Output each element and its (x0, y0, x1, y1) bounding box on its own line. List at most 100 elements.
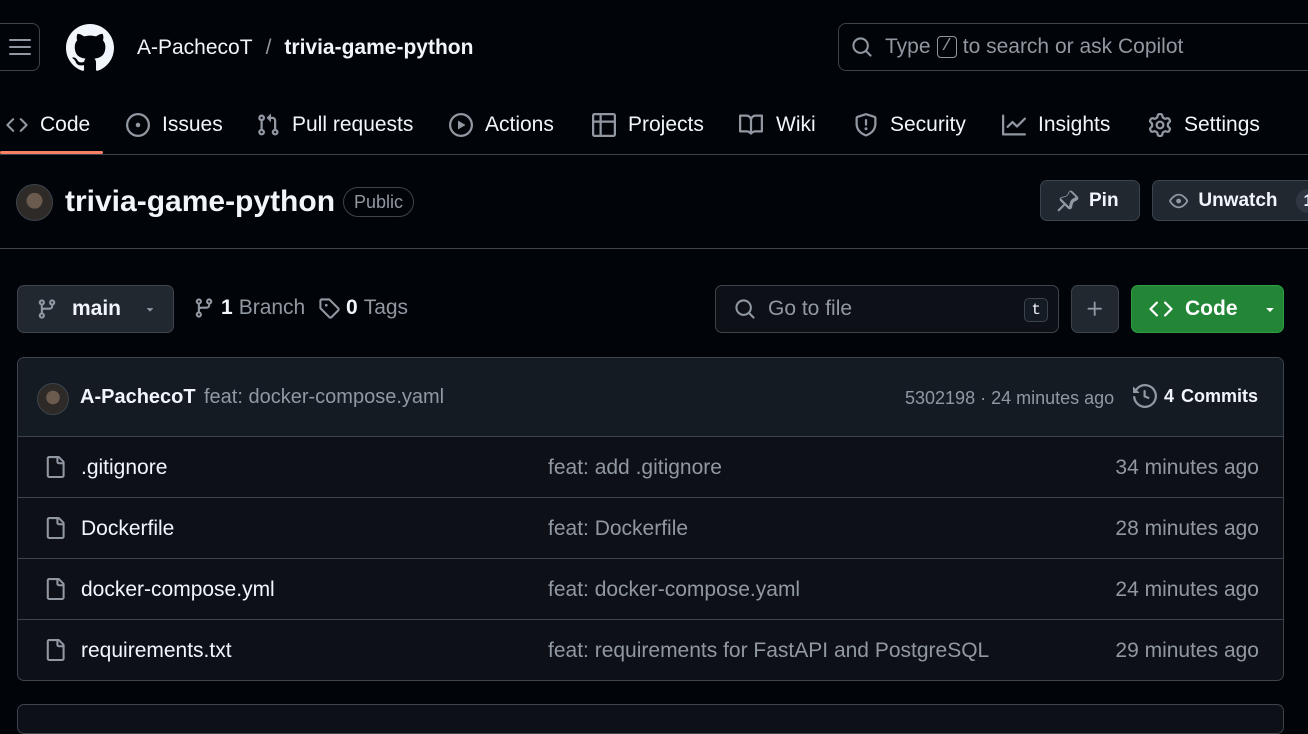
repo-header: trivia-game-python Public Pin Unwatch 1 (0, 155, 1308, 249)
history-icon (1133, 384, 1157, 408)
breadcrumb-separator: / (265, 36, 272, 59)
search-icon (735, 299, 755, 319)
repo-title[interactable]: trivia-game-python (65, 185, 335, 219)
tab-security-label: Security (890, 113, 966, 136)
file-name[interactable]: Dockerfile (81, 517, 174, 541)
visibility-badge: Public (343, 187, 415, 217)
tab-projects[interactable]: Projects (592, 96, 704, 154)
tab-actions-label: Actions (485, 113, 554, 136)
file-icon (46, 456, 65, 478)
file-commit-time: 28 minutes ago (1115, 517, 1259, 540)
go-to-file-shortcut: t (1024, 298, 1048, 322)
file-commit-time: 34 minutes ago (1115, 456, 1259, 479)
tab-projects-label: Projects (628, 113, 704, 136)
file-commit-time: 24 minutes ago (1115, 578, 1259, 601)
commit-author[interactable]: A-PachecoT (80, 386, 196, 409)
tab-actions[interactable]: Actions (449, 96, 554, 154)
tab-security[interactable]: Security (854, 96, 966, 154)
watchers-count: 1 (1295, 188, 1308, 213)
commits-link[interactable]: 4 Commits (1133, 384, 1258, 408)
tab-pull-requests[interactable]: Pull requests (256, 96, 413, 154)
pin-button[interactable]: Pin (1040, 180, 1140, 221)
git-pull-request-icon (258, 113, 279, 136)
tags-count: 0 (346, 296, 358, 319)
tab-issues[interactable]: Issues (126, 96, 223, 154)
file-row[interactable]: docker-compose.yml feat: docker-compose.… (18, 559, 1283, 620)
global-search-input[interactable]: Type / to search or ask Copilot (838, 23, 1308, 71)
tab-code-label: Code (40, 113, 91, 136)
tab-wiki-label: Wiki (776, 113, 816, 136)
global-header: A-PachecoT / trivia-game-python Type / t… (0, 0, 1308, 96)
tags-link[interactable]: 0 Tags (318, 296, 408, 320)
file-icon (46, 639, 65, 661)
unwatch-button[interactable]: Unwatch 1 (1152, 180, 1308, 221)
eye-icon (1169, 193, 1189, 208)
active-tab-indicator (0, 151, 103, 154)
git-branch-icon (38, 299, 56, 319)
breadcrumb-repo-link[interactable]: trivia-game-python (284, 35, 473, 61)
branches-label: Branch (238, 296, 306, 319)
file-name[interactable]: docker-compose.yml (81, 578, 275, 602)
caret-down-icon (146, 308, 154, 312)
tab-settings-label: Settings (1184, 113, 1260, 136)
graph-icon (1002, 114, 1026, 136)
branches-link[interactable]: 1 Branch (193, 296, 305, 320)
file-row[interactable]: .gitignore feat: add .gitignore 34 minut… (18, 437, 1283, 498)
repo-nav-tabs: Code Issues Pull requests Actions Projec… (0, 96, 1308, 155)
search-placeholder-prefix: Type (885, 35, 931, 58)
menu-button[interactable] (0, 23, 40, 71)
branch-name: main (72, 297, 122, 320)
commits-label: Commits (1181, 385, 1259, 406)
tab-settings[interactable]: Settings (1148, 96, 1260, 154)
add-file-button[interactable] (1071, 285, 1119, 333)
unwatch-label: Unwatch (1198, 189, 1278, 211)
pin-label: Pin (1089, 189, 1119, 211)
gear-icon (1148, 113, 1172, 137)
search-icon (852, 37, 872, 57)
file-icon (46, 517, 65, 539)
pin-icon (1057, 190, 1079, 211)
commit-message[interactable]: feat: docker-compose.yaml (204, 386, 444, 409)
file-name[interactable]: .gitignore (81, 456, 167, 480)
tab-pull-requests-label: Pull requests (292, 113, 414, 136)
tab-issues-label: Issues (162, 113, 223, 136)
go-to-file-input[interactable]: Go to file t (715, 285, 1059, 333)
file-commit-message[interactable]: feat: requirements for FastAPI and Postg… (548, 639, 989, 663)
breadcrumb-owner-link[interactable]: A-PachecoT (137, 35, 253, 61)
tab-wiki[interactable]: Wiki (738, 96, 816, 154)
code-dropdown-button[interactable]: Code (1131, 285, 1284, 333)
tags-label: Tags (363, 296, 409, 319)
search-placeholder-suffix: to search or ask Copilot (962, 35, 1184, 58)
play-icon (449, 113, 473, 137)
file-commit-message[interactable]: feat: Dockerfile (548, 517, 688, 541)
issue-opened-icon (126, 113, 150, 137)
tab-code[interactable]: Code (6, 96, 90, 154)
file-row[interactable]: Dockerfile feat: Dockerfile 28 minutes a… (18, 498, 1283, 559)
readme-box (17, 704, 1284, 734)
code-button-label: Code (1185, 297, 1238, 320)
search-shortcut-key: / (936, 36, 957, 58)
tab-insights[interactable]: Insights (1002, 96, 1110, 154)
owner-avatar[interactable] (16, 184, 53, 221)
commit-meta[interactable]: 5302198 · 24 minutes ago (905, 388, 1114, 409)
file-row[interactable]: requirements.txt feat: requirements for … (18, 620, 1283, 680)
shield-icon (855, 113, 877, 137)
github-logo-icon[interactable] (66, 24, 114, 72)
code-icon (6, 118, 28, 132)
file-commit-time: 29 minutes ago (1115, 639, 1259, 662)
file-list: A-PachecoT feat: docker-compose.yaml 530… (17, 357, 1284, 681)
table-icon (592, 113, 616, 137)
hamburger-icon (9, 39, 31, 55)
breadcrumb: A-PachecoT / trivia-game-python (137, 35, 473, 61)
commits-count: 4 (1164, 385, 1175, 406)
git-branch-icon (195, 298, 213, 318)
caret-down-icon (1265, 308, 1274, 312)
file-commit-message[interactable]: feat: add .gitignore (548, 456, 722, 480)
file-name[interactable]: requirements.txt (81, 639, 232, 663)
file-icon (46, 578, 65, 600)
branch-selector[interactable]: main (17, 285, 174, 333)
file-commit-message[interactable]: feat: docker-compose.yaml (548, 578, 800, 602)
go-to-file-placeholder: Go to file (768, 297, 853, 320)
commit-author-avatar[interactable] (37, 383, 69, 415)
latest-commit-row: A-PachecoT feat: docker-compose.yaml 530… (18, 358, 1283, 437)
